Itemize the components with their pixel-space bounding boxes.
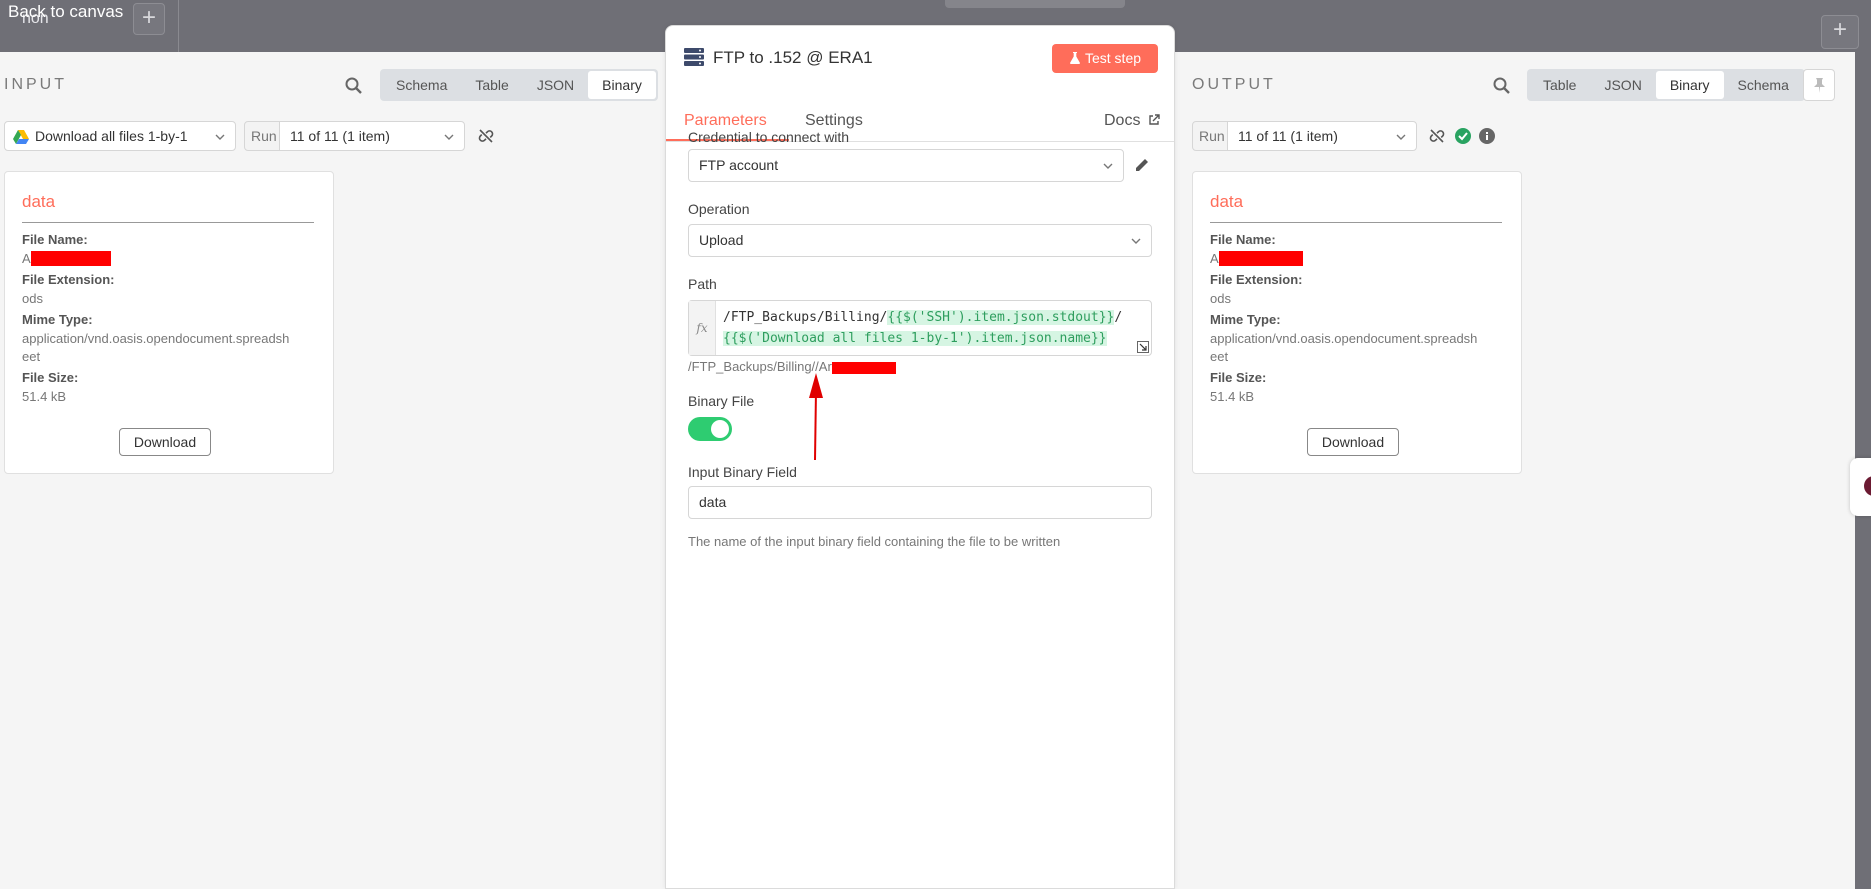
input-tab-schema[interactable]: Schema bbox=[382, 71, 461, 99]
output-run-select[interactable]: 11 of 11 (1 item) bbox=[1227, 121, 1417, 151]
chevron-down-icon bbox=[1103, 163, 1113, 169]
add-tab-button[interactable]: + bbox=[133, 3, 165, 35]
back-to-canvas-link[interactable]: Back to canvas bbox=[8, 2, 123, 22]
card-divider bbox=[1210, 222, 1502, 223]
download-button[interactable]: Download bbox=[1307, 428, 1399, 456]
redaction bbox=[30, 251, 111, 266]
pin-icon bbox=[1814, 78, 1825, 93]
search-icon[interactable] bbox=[1493, 77, 1511, 95]
output-binary-card: data File Name: A File Extension: ods Mi… bbox=[1192, 171, 1522, 474]
input-run-label: Run bbox=[244, 121, 280, 151]
operation-label: Operation bbox=[688, 201, 750, 217]
output-tab-table[interactable]: Table bbox=[1529, 71, 1590, 99]
file-name-field: File Name: A bbox=[1210, 232, 1303, 266]
input-view-tabs: Schema Table JSON Binary bbox=[380, 69, 658, 101]
tab-settings[interactable]: Settings bbox=[805, 112, 863, 130]
operation-select[interactable]: Upload bbox=[688, 224, 1152, 257]
chevron-down-icon bbox=[1131, 238, 1141, 244]
input-binary-field[interactable]: data bbox=[688, 486, 1152, 519]
edit-pencil-icon[interactable] bbox=[1134, 157, 1150, 173]
test-step-button[interactable]: Test step bbox=[1052, 44, 1158, 73]
chat-launcher-icon[interactable] bbox=[1850, 458, 1871, 516]
info-icon[interactable] bbox=[1479, 128, 1495, 144]
operation-value: Upload bbox=[699, 232, 744, 248]
output-view-tabs: Table JSON Binary Schema bbox=[1527, 69, 1805, 101]
tab-divider bbox=[178, 0, 179, 52]
credential-label: Credential to connect with bbox=[688, 129, 850, 145]
canvas-tab bbox=[945, 0, 1125, 8]
tab-parameters[interactable]: Parameters bbox=[684, 112, 767, 130]
node-parameters-panel: FTP to .152 @ ERA1 Test step Parameters … bbox=[665, 25, 1175, 889]
credential-select[interactable]: FTP account bbox=[688, 149, 1124, 182]
output-run-value: 11 of 11 (1 item) bbox=[1238, 128, 1338, 144]
binary-file-toggle[interactable] bbox=[688, 417, 732, 441]
input-binary-field-help: The name of the input binary field conta… bbox=[688, 534, 1061, 549]
file-size-field: File Size: 51.4 kB bbox=[22, 370, 79, 404]
success-check-icon bbox=[1455, 128, 1471, 144]
tab-docs[interactable]: Docs bbox=[1104, 112, 1160, 130]
credential-value: FTP account bbox=[699, 157, 779, 173]
file-size-field: File Size: 51.4 kB bbox=[1210, 370, 1267, 404]
search-icon[interactable] bbox=[345, 77, 363, 95]
redaction bbox=[831, 362, 896, 374]
path-expression-code: /FTP_Backups/Billing/{{$('SSH').item.jso… bbox=[723, 310, 1123, 346]
expression-fx-icon: fx bbox=[689, 301, 716, 355]
input-node-select[interactable]: Download all files 1-by-1 bbox=[4, 121, 236, 151]
card-title: data bbox=[1210, 192, 1244, 211]
download-button[interactable]: Download bbox=[119, 428, 211, 456]
input-binary-card: data File Name: A File Extension: ods Mi… bbox=[4, 171, 334, 474]
input-run-select[interactable]: 11 of 11 (1 item) bbox=[279, 121, 465, 151]
add-node-button[interactable]: + bbox=[1821, 15, 1859, 49]
mime-type-field: Mime Type: application/vnd.oasis.opendoc… bbox=[22, 312, 290, 364]
output-panel-title: OUTPUT bbox=[1192, 76, 1276, 93]
input-run-value: 11 of 11 (1 item) bbox=[290, 128, 390, 144]
file-extension-field: File Extension: ods bbox=[1210, 272, 1303, 306]
file-name-field: File Name: A bbox=[22, 232, 111, 266]
input-binary-field-value: data bbox=[699, 494, 727, 510]
input-tab-table[interactable]: Table bbox=[461, 71, 522, 99]
node-title[interactable]: FTP to .152 @ ERA1 bbox=[713, 48, 873, 68]
path-label: Path bbox=[688, 276, 717, 292]
pin-data-button[interactable] bbox=[1803, 69, 1835, 101]
input-panel-title: INPUT bbox=[4, 76, 67, 93]
output-run-label: Run bbox=[1192, 121, 1228, 151]
google-drive-icon bbox=[13, 130, 29, 144]
chevron-down-icon bbox=[444, 134, 454, 140]
output-tab-schema[interactable]: Schema bbox=[1724, 71, 1803, 99]
expand-editor-icon[interactable] bbox=[1137, 341, 1149, 353]
unlink-icon[interactable] bbox=[1429, 128, 1445, 144]
path-resolved-preview: /FTP_Backups/Billing//Ar bbox=[688, 359, 896, 374]
external-link-icon bbox=[1149, 114, 1160, 125]
binary-file-label: Binary File bbox=[688, 393, 755, 409]
flask-icon bbox=[1069, 52, 1080, 64]
server-icon bbox=[684, 48, 704, 66]
mime-type-field: Mime Type: application/vnd.oasis.opendoc… bbox=[1210, 312, 1478, 364]
redaction bbox=[1218, 251, 1303, 266]
output-tab-json[interactable]: JSON bbox=[1590, 71, 1655, 99]
output-tab-binary[interactable]: Binary bbox=[1655, 71, 1724, 99]
chevron-down-icon bbox=[215, 134, 225, 140]
unlink-icon[interactable] bbox=[478, 128, 494, 144]
file-extension-field: File Extension: ods bbox=[22, 272, 115, 306]
path-expression-input[interactable]: fx /FTP_Backups/Billing/{{$('SSH').item.… bbox=[688, 300, 1152, 356]
input-binary-field-label: Input Binary Field bbox=[688, 464, 797, 480]
chevron-down-icon bbox=[1396, 134, 1406, 140]
card-divider bbox=[22, 222, 314, 223]
input-node-select-value: Download all files 1-by-1 bbox=[35, 128, 188, 144]
input-tab-json[interactable]: JSON bbox=[523, 71, 588, 99]
input-tab-binary[interactable]: Binary bbox=[588, 71, 656, 99]
card-title: data bbox=[22, 192, 56, 211]
